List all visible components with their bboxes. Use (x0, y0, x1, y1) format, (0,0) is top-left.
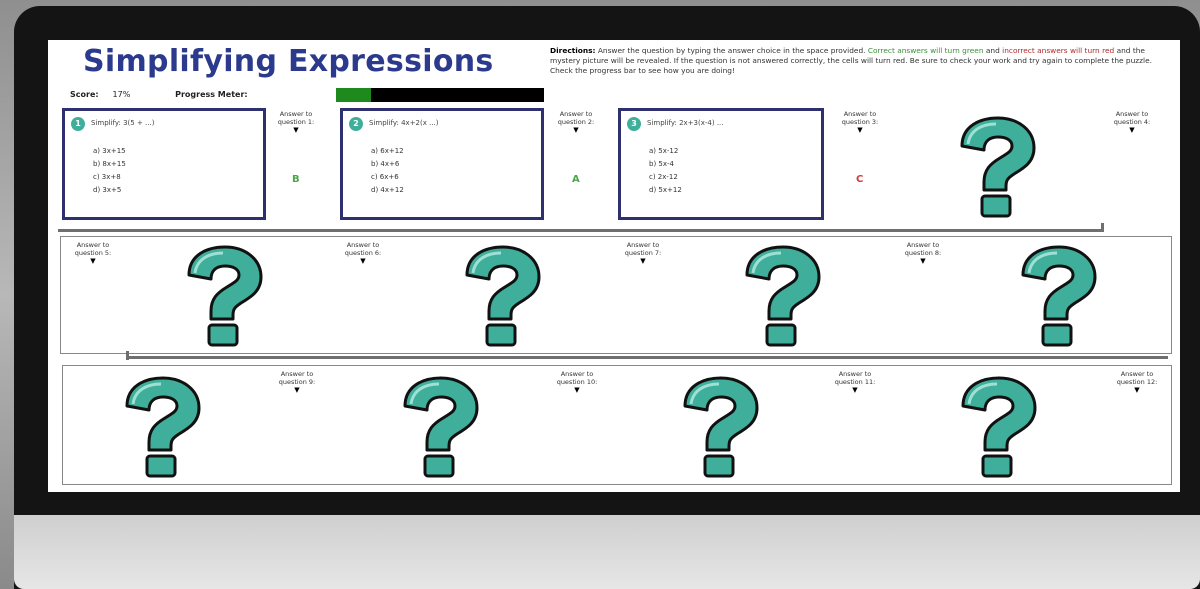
question-mark-icon (395, 376, 483, 478)
choice-b: b) 4x+6 (371, 160, 400, 168)
answer-label: Answer to question 1: (277, 110, 315, 126)
answer-arrow-icon: ▼ (573, 126, 579, 134)
connector-cap (1101, 223, 1104, 232)
answer-arrow-icon: ▼ (857, 126, 863, 134)
answer-choices: a) 3x+15 b) 8x+15 c) 3x+8 d) 3x+5 (93, 145, 126, 197)
status-line: Score: 17% Progress Meter: (70, 90, 248, 99)
answer-field-5[interactable]: Answer to question 5: ▼ (67, 241, 119, 265)
question-number: 3 (627, 117, 641, 131)
puzzle-row-3: Answer to question 9: ▼ Answer to questi… (62, 365, 1172, 485)
answer-field-12[interactable]: Answer to question 12: ▼ (1111, 370, 1163, 394)
answer-label: Answer to question 10: (556, 370, 598, 386)
monitor-chin (14, 515, 1200, 589)
progress-label: Progress Meter: (175, 90, 248, 99)
answer-label: Answer to question 8: (904, 241, 942, 257)
directions-text: Answer the question by typing the answer… (597, 46, 866, 55)
question-number: 1 (71, 117, 85, 131)
question-box-2: 2 Simplify: 4x+2(x ...) a) 6x+12 b) 4x+6… (340, 108, 544, 220)
answer-arrow-icon: ▼ (852, 386, 858, 394)
choice-d: d) 3x+5 (93, 186, 122, 194)
directions-red-text: incorrect answers will turn red (1002, 46, 1115, 55)
question-prompt: Simplify: 2x+3(x-4) ... (647, 119, 724, 127)
answer-arrow-icon: ▼ (1129, 126, 1135, 134)
answer-arrow-icon: ▼ (574, 386, 580, 394)
question-box-3: 3 Simplify: 2x+3(x-4) ... a) 5x-12 b) 5x… (618, 108, 824, 220)
answer-label: Answer to question 4: (1113, 110, 1151, 126)
directions-label: Directions: (550, 46, 596, 55)
directions: Directions: Answer the question by typin… (550, 46, 1170, 76)
answer-field-9[interactable]: Answer to question 9: ▼ (271, 370, 323, 394)
choice-b: b) 8x+15 (93, 160, 126, 168)
question-prompt: Simplify: 4x+2(x ...) (369, 119, 439, 127)
answer-value: C (856, 174, 864, 185)
choice-d: d) 5x+12 (649, 186, 682, 194)
answer-field-11[interactable]: Answer to question 11: ▼ (829, 370, 881, 394)
answer-value: A (572, 174, 580, 185)
choice-c: c) 6x+6 (371, 173, 399, 181)
answer-label: Answer to question 11: (834, 370, 876, 386)
choice-c: c) 2x-12 (649, 173, 678, 181)
answer-value: B (292, 174, 300, 185)
question-prompt: Simplify: 3(5 + ...) (91, 119, 155, 127)
question-number: 2 (349, 117, 363, 131)
directions-green-text: Correct answers will turn green (867, 46, 984, 55)
answer-field-6[interactable]: Answer to question 6: ▼ (337, 241, 389, 265)
choice-a: a) 3x+15 (93, 147, 126, 155)
answer-arrow-icon: ▼ (1134, 386, 1140, 394)
question-mark-icon (1013, 245, 1101, 347)
connector-cap (126, 351, 129, 360)
answer-label: Answer to question 12: (1116, 370, 1158, 386)
answer-choices: a) 6x+12 b) 4x+6 c) 6x+6 d) 4x+12 (371, 145, 404, 197)
answer-label: Answer to question 2: (557, 110, 595, 126)
answer-arrow-icon: ▼ (294, 386, 300, 394)
answer-arrow-icon: ▼ (293, 126, 299, 134)
directions-and: and (985, 46, 1000, 55)
answer-field-10[interactable]: Answer to question 10: ▼ (551, 370, 603, 394)
score-value: 17% (112, 90, 131, 99)
answer-field-4[interactable]: Answer to question 4: ▼ (1106, 110, 1158, 134)
question-mark-icon (952, 116, 1040, 218)
choice-d: d) 4x+12 (371, 186, 404, 194)
answer-field-3[interactable]: Answer to question 3: ▼ (834, 110, 886, 134)
question-mark-icon (675, 376, 763, 478)
row-connector (58, 229, 1104, 232)
answer-field-2[interactable]: Answer to question 2: ▼ (550, 110, 602, 134)
directions-progress-note: Check the progress bar to see how you ar… (550, 66, 735, 75)
answer-label: Answer to question 3: (841, 110, 879, 126)
worksheet-screen: Simplifying Expressions Directions: Answ… (48, 40, 1180, 492)
answer-label: Answer to question 7: (624, 241, 662, 257)
row-connector (128, 356, 1168, 359)
score-label: Score: (70, 90, 99, 99)
choice-b: b) 5x-4 (649, 160, 674, 168)
answer-label: Answer to question 9: (278, 370, 316, 386)
question-mark-icon (953, 376, 1041, 478)
answer-field-8[interactable]: Answer to question 8: ▼ (897, 241, 949, 265)
puzzle-row-1: 1 Simplify: 3(5 + ...) a) 3x+15 b) 8x+15… (56, 108, 1172, 226)
question-mark-icon (737, 245, 825, 347)
question-mark-icon (117, 376, 205, 478)
answer-arrow-icon: ▼ (90, 257, 96, 265)
answer-label: Answer to question 6: (344, 241, 382, 257)
choice-c: c) 3x+8 (93, 173, 121, 181)
answer-field-1[interactable]: Answer to question 1: ▼ (270, 110, 322, 134)
answer-choices: a) 5x-12 b) 5x-4 c) 2x-12 d) 5x+12 (649, 145, 682, 197)
answer-label: Answer to question 5: (74, 241, 112, 257)
answer-arrow-icon: ▼ (640, 257, 646, 265)
progress-bar-fill (336, 88, 372, 102)
puzzle-row-2: Answer to question 5: ▼ Answer to questi… (60, 236, 1172, 354)
answer-arrow-icon: ▼ (360, 257, 366, 265)
answer-arrow-icon: ▼ (920, 257, 926, 265)
question-mark-icon (457, 245, 545, 347)
page-title: Simplifying Expressions (83, 44, 494, 79)
question-box-1: 1 Simplify: 3(5 + ...) a) 3x+15 b) 8x+15… (62, 108, 266, 220)
answer-field-7[interactable]: Answer to question 7: ▼ (617, 241, 669, 265)
progress-bar (336, 88, 544, 102)
question-mark-icon (179, 245, 267, 347)
choice-a: a) 5x-12 (649, 147, 679, 155)
choice-a: a) 6x+12 (371, 147, 404, 155)
